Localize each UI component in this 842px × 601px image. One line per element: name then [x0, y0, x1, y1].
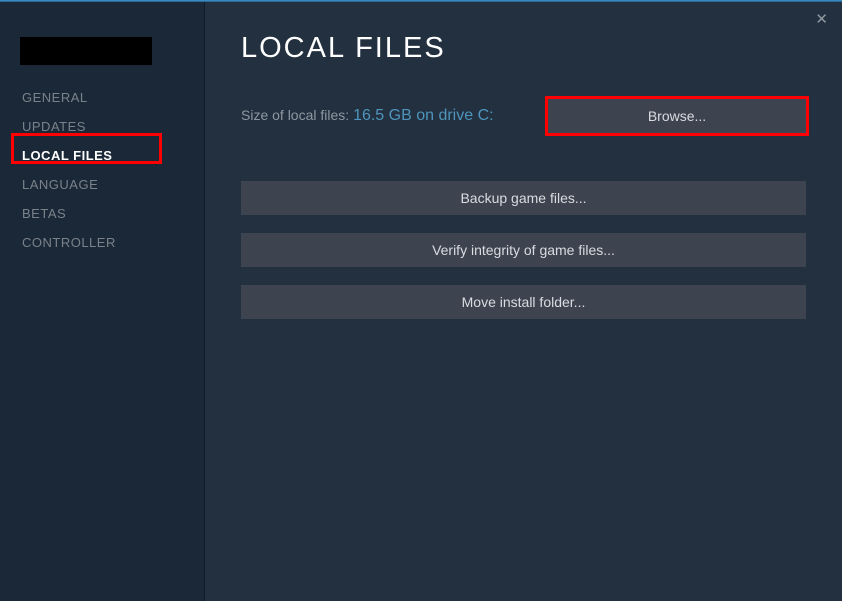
sidebar-item-local-files[interactable]: LOCAL FILES [0, 141, 204, 170]
sidebar-item-betas[interactable]: BETAS [0, 199, 204, 228]
content-panel: ✕ LOCAL FILES Size of local files: 16.5 … [205, 2, 842, 601]
size-label: Size of local files: [241, 107, 353, 123]
browse-button[interactable]: Browse... [548, 99, 806, 133]
size-text: Size of local files: 16.5 GB on drive C: [241, 107, 494, 125]
move-button[interactable]: Move install folder... [241, 285, 806, 319]
size-value: 16.5 GB on drive C: [353, 107, 494, 124]
size-row: Size of local files: 16.5 GB on drive C:… [241, 99, 806, 133]
sidebar-item-language[interactable]: LANGUAGE [0, 170, 204, 199]
page-title: LOCAL FILES [241, 32, 806, 65]
verify-button[interactable]: Verify integrity of game files... [241, 233, 806, 267]
game-title-redacted [20, 37, 152, 65]
close-icon[interactable]: ✕ [815, 10, 828, 28]
sidebar-item-general[interactable]: GENERAL [0, 83, 204, 112]
window-container: GENERAL UPDATES LOCAL FILES LANGUAGE BET… [0, 0, 842, 601]
sidebar: GENERAL UPDATES LOCAL FILES LANGUAGE BET… [0, 2, 205, 601]
sidebar-item-controller[interactable]: CONTROLLER [0, 228, 204, 257]
backup-button[interactable]: Backup game files... [241, 181, 806, 215]
sidebar-item-updates[interactable]: UPDATES [0, 112, 204, 141]
